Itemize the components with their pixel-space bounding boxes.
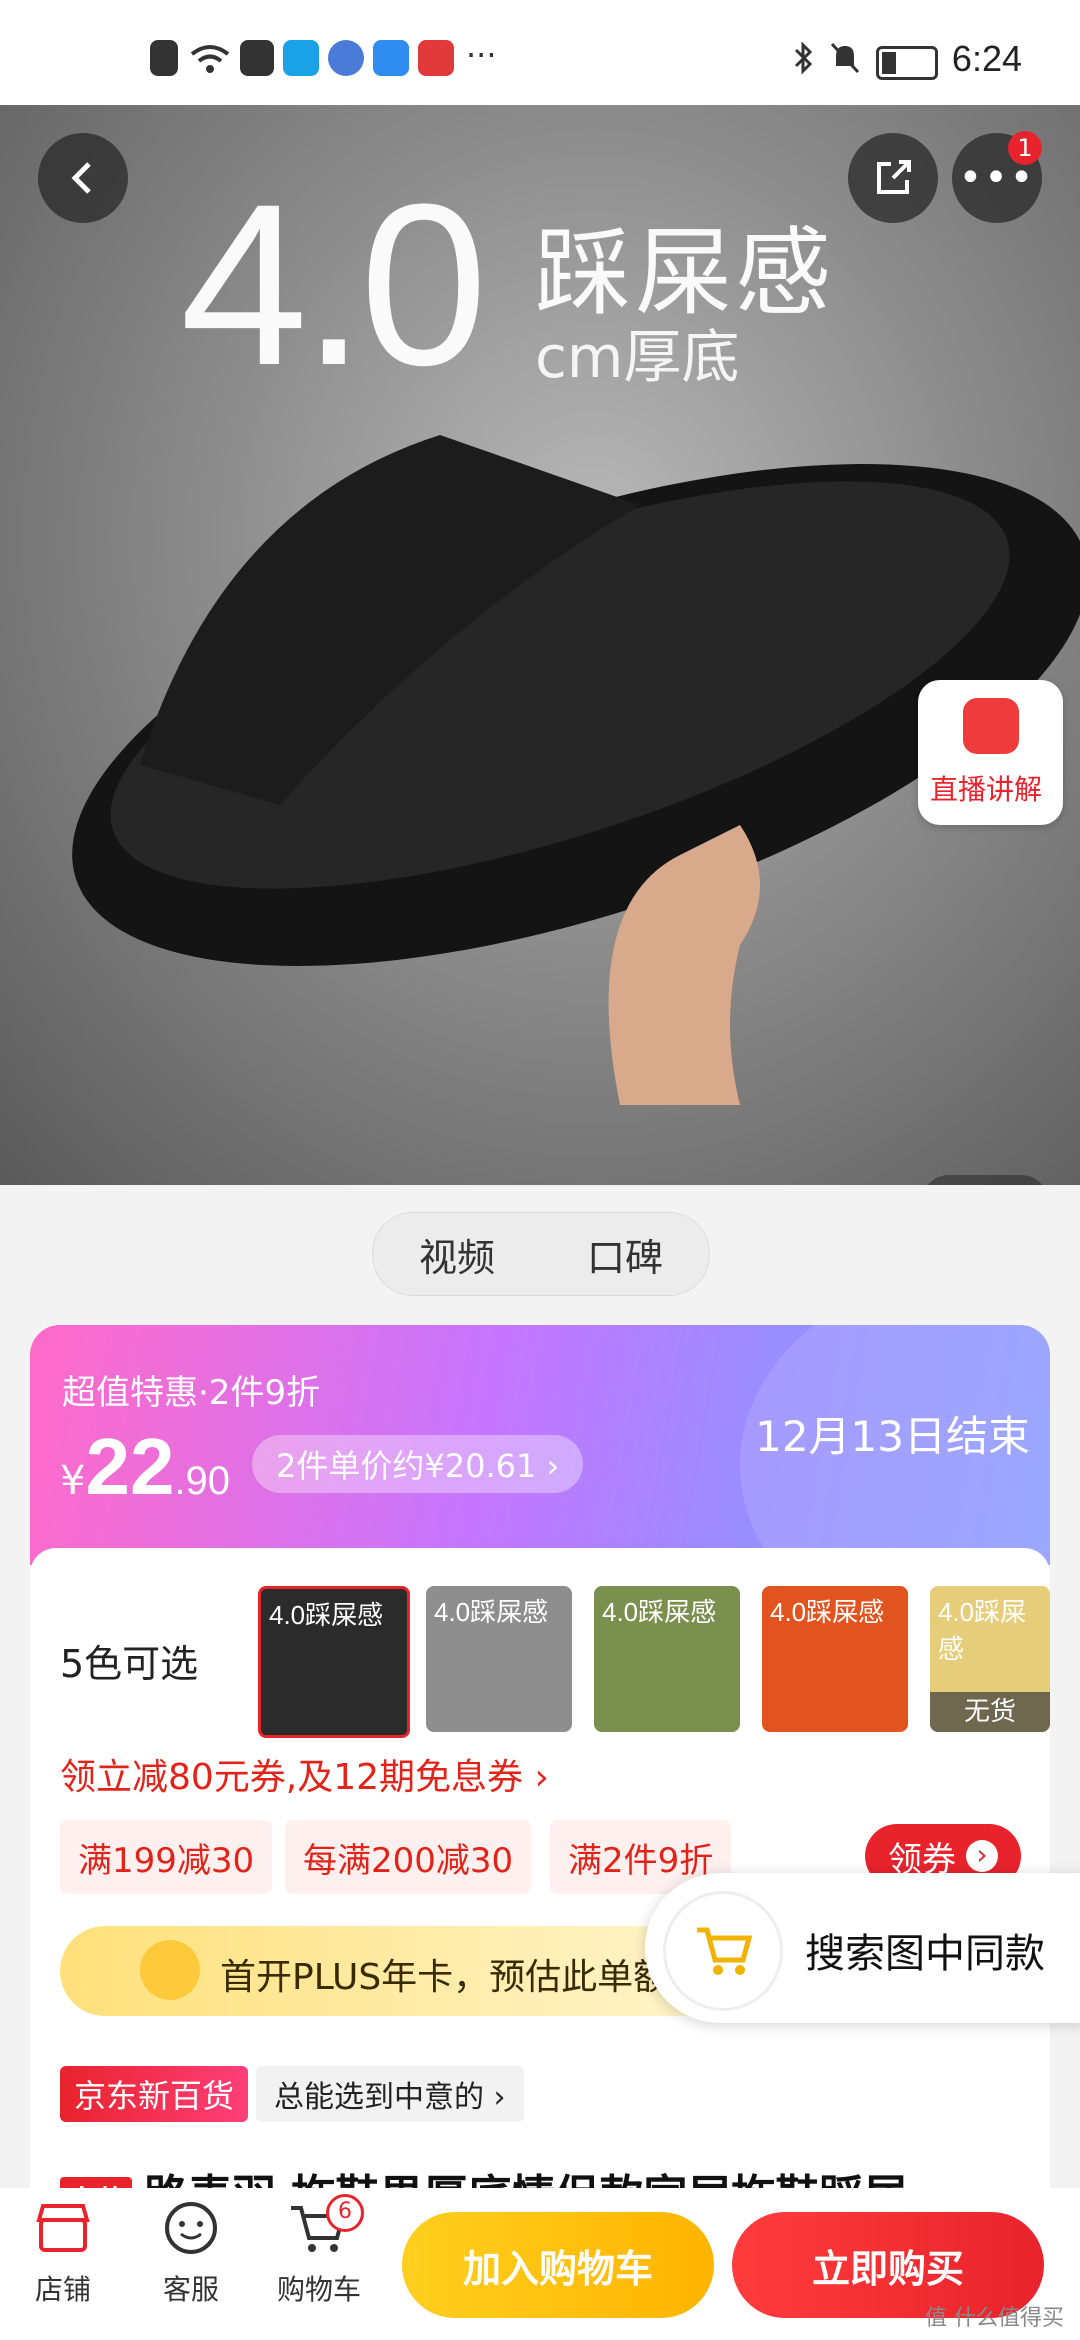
media-tabs: 视频 口碑 (372, 1212, 710, 1296)
clock: 6:24 (951, 38, 1022, 79)
color-swatch[interactable]: 4.0踩屎感 (594, 1586, 740, 1732)
alert-icon (150, 40, 178, 76)
page-indicator: 2 11 (921, 1175, 1049, 1185)
customer-service-nav[interactable]: 客服 (136, 2200, 246, 2308)
search-same-item-label: 搜索图中同款 (805, 1931, 1045, 1977)
chevron-left-icon (71, 162, 91, 194)
chevron-right-icon: › (966, 1840, 998, 1872)
service-icon (165, 2202, 217, 2254)
moon-icon (140, 1940, 200, 2000)
wifi-icon (190, 45, 230, 73)
status-bar: ··· 6:24 (0, 0, 1080, 105)
battery-icon (876, 46, 938, 80)
more-notification-badge: 1 (1008, 131, 1042, 165)
jd-department-tag: 京东新百货 (60, 2066, 249, 2122)
bottom-action-bar: 店铺 客服 6 购物车 加入购物车 立即购买 值 什么值得买 (0, 2188, 1080, 2340)
promo-end-date: 12月13日结束 (755, 1412, 1030, 1461)
tab-video[interactable]: 视频 (419, 1227, 495, 1282)
bluetooth-icon (794, 41, 813, 75)
unit-price-pill[interactable]: 2件单价约¥20.61 › (252, 1435, 584, 1493)
live-icon (963, 698, 1019, 754)
out-of-stock-label: 无货 (930, 1692, 1050, 1732)
mail-icon (240, 40, 274, 76)
add-to-cart-button[interactable]: 加入购物车 (402, 2212, 714, 2318)
color-swatch[interactable]: 4.0踩屎感 (762, 1586, 908, 1732)
cart-search-icon (663, 1891, 783, 2011)
shop-icon (36, 2204, 90, 2252)
coupon-chip[interactable]: 每满200减30 (285, 1820, 532, 1894)
promo-price: ¥ 22 .90 (60, 1422, 231, 1511)
tab-reviews[interactable]: 口碑 (587, 1227, 663, 1282)
shop-nav[interactable]: 店铺 (8, 2200, 118, 2308)
coupon-chip[interactable]: 满199减30 (60, 1820, 273, 1894)
share-icon (877, 160, 911, 194)
cloud-icon (373, 40, 409, 76)
color-swatch[interactable]: 4.0踩屎感 (258, 1586, 410, 1738)
mute-bell-icon (830, 42, 860, 74)
share-button[interactable] (848, 133, 938, 223)
more-notifications: ··· (466, 36, 497, 74)
live-explain-button[interactable]: 直播讲解 (918, 680, 1063, 825)
color-swatch[interactable]: 4.0踩屎感 无货 (930, 1586, 1050, 1732)
hero-subtitle: cm厚底 (535, 323, 740, 391)
color-swatch[interactable]: 4.0踩屎感 (426, 1586, 572, 1732)
promo-banner: 超值特惠·2件9折 ¥ 22 .90 2件单价约¥20.61 › 12月13日结… (30, 1325, 1050, 1565)
music-icon (328, 40, 364, 76)
search-app-icon (283, 40, 319, 76)
cart-count-badge: 6 (326, 2194, 364, 2232)
search-same-item-button[interactable]: 搜索图中同款 (645, 1873, 1080, 2023)
book-icon (418, 40, 454, 76)
product-image-carousel[interactable]: 4.0 踩屎感 cm厚底 4cm ••• 1 直播讲解 2 11 (0, 105, 1080, 1185)
promo-label: 超值特惠·2件9折 (62, 1373, 321, 1413)
plus-banner-text: 首开PLUS年卡，预估此单额外 (220, 1957, 706, 1998)
hero-big-number: 4.0 (180, 156, 488, 413)
page-current: 2 (944, 1184, 964, 1185)
back-button[interactable] (38, 133, 128, 223)
coupon-offer-link[interactable]: 领立减80元券,及12期免息券 › (60, 1748, 549, 1800)
more-dots-icon: ••• (958, 155, 1036, 201)
watermark: 值 什么值得买 (925, 2306, 1064, 2331)
jd-department-link[interactable]: 总能选到中意的 › (256, 2066, 524, 2122)
variant-count-label: 5色可选 (60, 1642, 199, 1686)
live-label: 直播讲解 (930, 773, 1043, 806)
cart-nav[interactable]: 6 购物车 (264, 2194, 374, 2308)
